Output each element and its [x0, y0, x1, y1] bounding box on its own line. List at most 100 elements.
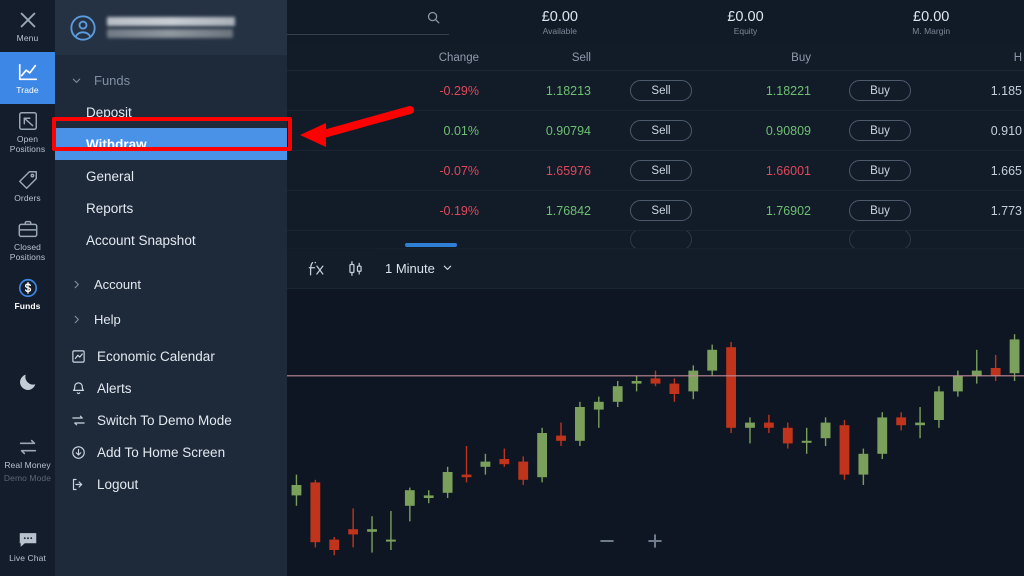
timeframe-label: 1 Minute — [385, 261, 435, 276]
rail-item-menu[interactable]: Menu — [0, 0, 55, 52]
search-underline — [287, 34, 449, 35]
menu-item-general[interactable]: General — [55, 160, 287, 192]
zoom-in-button[interactable] — [645, 531, 665, 551]
candlestick-icon[interactable] — [346, 259, 365, 278]
menu-item-label: General — [86, 168, 135, 184]
cell-change: -0.29% — [439, 83, 479, 98]
account-mode-sublabel: Demo Mode — [3, 472, 52, 483]
search-icon[interactable] — [426, 10, 441, 25]
cell-high: 0.910 — [990, 123, 1022, 138]
zoom-out-button[interactable] — [597, 531, 617, 551]
sell-button[interactable]: Sell — [630, 120, 692, 141]
menu-item-logout[interactable]: Logout — [55, 468, 287, 500]
rail-item-label: Closed Positions — [9, 242, 46, 262]
cell-sell-price: 1.18213 — [545, 83, 591, 98]
sell-button[interactable]: Sell — [630, 160, 692, 181]
menu-item-label: Alerts — [97, 380, 132, 396]
cell-high: 1.665 — [990, 163, 1022, 178]
menu-item-alerts[interactable]: Alerts — [55, 372, 287, 404]
account-label: Available — [542, 26, 577, 36]
candlestick-chart[interactable] — [287, 289, 1024, 576]
menu-item-label: Deposit — [86, 104, 132, 120]
switch-icon — [17, 436, 39, 458]
rail-item-label: Live Chat — [9, 552, 46, 563]
rail-item-trade[interactable]: Trade — [0, 52, 55, 104]
top-bar: £0.00 Available £0.00 Equity £0.00 M. Ma… — [287, 0, 1024, 45]
cell-sell-price: 1.65976 — [545, 163, 591, 178]
menu-item-label: Economic Calendar — [97, 348, 215, 364]
rail-item-label: Open Positions — [9, 134, 46, 154]
column-header-change: Change — [438, 51, 479, 64]
column-header-sell: Sell — [571, 51, 591, 64]
cell-change: 0.01% — [443, 123, 479, 138]
account-value: £0.00 — [541, 9, 578, 25]
rail-item-live-chat[interactable]: Live Chat — [0, 520, 55, 572]
buy-button[interactable]: Buy — [849, 80, 911, 101]
menu-item-withdraw[interactable]: Withdraw — [55, 128, 287, 160]
dollar-circle-icon — [17, 277, 39, 299]
rail-item-account-mode[interactable]: Real Money Demo Mode — [0, 430, 55, 489]
sell-button[interactable]: Sell — [630, 80, 692, 101]
table-row[interactable]: -0.19% 1.76842 Sell 1.76902 Buy 1.773 — [287, 191, 1024, 231]
cell-buy-price: 1.18221 — [765, 83, 811, 98]
user-circle-icon — [69, 14, 97, 42]
table-row[interactable]: 0.01% 0.90794 Sell 0.90809 Buy 0.910 — [287, 111, 1024, 151]
table-row[interactable]: -0.07% 1.65976 Sell 1.66001 Buy 1.665 — [287, 151, 1024, 191]
menu-item-label: Withdraw — [86, 136, 147, 152]
cell-sell-price: 1.76842 — [545, 203, 591, 218]
username-redacted — [107, 17, 235, 38]
account-equity: £0.00 Equity — [653, 0, 839, 45]
rail-item-orders[interactable]: Orders — [0, 160, 55, 212]
quotes-table-header: Change Sell Buy H — [287, 45, 1024, 71]
chevron-right-icon — [71, 314, 82, 325]
menu-group-account[interactable]: Account — [55, 269, 287, 300]
menu-item-economic-calendar[interactable]: Economic Calendar — [55, 340, 287, 372]
tag-icon — [17, 169, 39, 191]
rail-item-funds[interactable]: Funds — [0, 268, 55, 320]
calendar-chart-icon — [71, 349, 86, 364]
cell-high: 1.773 — [990, 203, 1022, 218]
sell-button[interactable]: Sell — [630, 200, 692, 221]
moon-icon — [17, 371, 39, 393]
buy-button[interactable]: Buy — [849, 160, 911, 181]
rail-item-open-positions[interactable]: Open Positions — [0, 104, 55, 160]
rail-item-label: Funds — [14, 300, 41, 311]
chevron-right-icon — [71, 279, 82, 290]
table-row[interactable]: -0.29% 1.18213 Sell 1.18221 Buy 1.185 — [287, 71, 1024, 111]
menu-item-label: Logout — [97, 476, 139, 492]
rail-item-label: Trade — [16, 84, 39, 95]
left-rail-nav: Menu Trade Open Positions Orders Closed … — [0, 0, 55, 576]
menu-group-help[interactable]: Help — [55, 304, 287, 335]
menu-item-reports[interactable]: Reports — [55, 192, 287, 224]
open-positions-icon — [17, 110, 39, 132]
menu-group-funds[interactable]: Funds — [55, 65, 287, 96]
menu-item-add-to-home-screen[interactable]: Add To Home Screen — [55, 436, 287, 468]
buy-button[interactable]: Buy — [849, 200, 911, 221]
briefcase-icon — [17, 218, 39, 240]
cell-buy-price: 0.90809 — [765, 123, 811, 138]
chart-zoom-controls — [597, 531, 665, 551]
menu-item-switch-demo-mode[interactable]: Switch To Demo Mode — [55, 404, 287, 436]
quotes-scroll-indicator[interactable] — [405, 243, 457, 247]
menu-group-label: Funds — [94, 73, 131, 88]
chart-line-icon — [17, 61, 39, 83]
rail-item-theme-toggle[interactable] — [0, 356, 55, 408]
rail-item-closed-positions[interactable]: Closed Positions — [0, 212, 55, 268]
close-icon — [17, 9, 39, 31]
fx-icon[interactable] — [307, 259, 326, 278]
cell-change: -0.07% — [439, 163, 479, 178]
table-row[interactable] — [287, 231, 1024, 249]
menu-item-label: Account Snapshot — [86, 232, 196, 248]
menu-item-deposit[interactable]: Deposit — [55, 96, 287, 128]
chevron-down-icon — [442, 261, 453, 276]
account-label: Equity — [733, 26, 758, 36]
menu-item-label: Reports — [86, 200, 134, 216]
column-header-high: H — [1013, 51, 1022, 64]
buy-button[interactable]: Buy — [849, 120, 911, 141]
profile-header[interactable] — [55, 0, 287, 55]
menu-item-account-snapshot[interactable]: Account Snapshot — [55, 224, 287, 256]
account-label: M. Margin — [912, 26, 951, 36]
timeframe-selector[interactable]: 1 Minute — [385, 261, 453, 276]
account-mode-label: Real Money — [4, 460, 51, 470]
search-field[interactable] — [287, 0, 467, 45]
